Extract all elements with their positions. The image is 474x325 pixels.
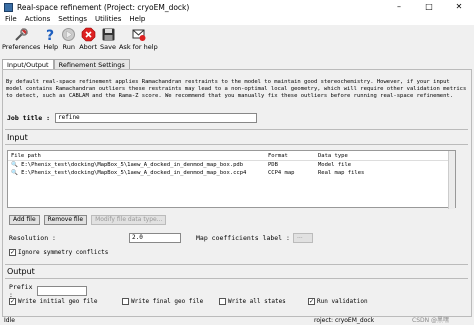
menu-bar: File Actions Settings Utilities Help [0, 14, 474, 25]
save-button[interactable]: Save [100, 25, 116, 51]
run-validation-label: Run validation [317, 298, 368, 305]
close-button[interactable]: ✕ [444, 0, 474, 14]
job-title-label: Job title : [7, 114, 51, 122]
status-text: Idle [4, 317, 15, 324]
output-heading: Output [7, 267, 35, 276]
run-validation-checkbox[interactable]: ✓ [308, 298, 315, 305]
column-data-type[interactable]: Data type [318, 153, 418, 160]
table-header: File path Format Data type [8, 151, 455, 161]
data-type-cell: Model file [318, 162, 352, 168]
column-format[interactable]: Format [268, 153, 318, 160]
job-title-row: Job title : refine [7, 113, 257, 123]
modify-file-data-type-button[interactable]: Modify file data type... [91, 215, 167, 225]
run-icon [61, 27, 76, 42]
divider [5, 129, 468, 130]
remove-file-button[interactable]: Remove file [43, 215, 88, 225]
file-path-cell: E:\Phenix_test\docking\MapBox_5\1aew_A_d… [21, 162, 244, 168]
file-icon: 🔍 [11, 170, 18, 176]
divider [5, 264, 468, 265]
prefix-label: Prefix : [9, 283, 33, 299]
ask-for-help-button[interactable]: Ask for help [119, 25, 158, 51]
preferences-icon [14, 27, 29, 42]
write-all-states-checkbox[interactable] [219, 298, 226, 305]
file-path-cell: E:\Phenix_test\docking\MapBox_5\1aew_A_d… [21, 170, 247, 176]
add-file-button[interactable]: Add file [9, 215, 40, 225]
menu-utilities[interactable]: Utilities [95, 14, 121, 25]
divider [5, 278, 468, 279]
table-row[interactable]: 🔍 E:\Phenix_test\docking\MapBox_5\1aew_A… [8, 161, 455, 169]
toolbar: Preferences ? Help Run Abort Save Ask fo… [0, 25, 474, 56]
minimize-button[interactable]: – [384, 0, 414, 14]
abort-icon [81, 27, 96, 42]
map-coefficients-label: Map coefficients label : [196, 234, 290, 242]
divider [5, 144, 468, 145]
status-project: roject: cryoEM_dock [314, 317, 375, 324]
job-title-field[interactable]: refine [55, 113, 257, 123]
resolution-field[interactable]: 2.0 [129, 233, 181, 243]
ignore-symmetry-label: Ignore symmetry conflicts [18, 249, 109, 256]
write-all-states-label: Write all states [228, 298, 286, 305]
menu-file[interactable]: File [5, 14, 17, 25]
file-buttons-row: Add file Remove file Modify file data ty… [9, 215, 167, 225]
status-bar: Idle roject: cryoEM_dock CSDN @黑嘿 [0, 317, 474, 325]
tab-input-output[interactable]: Input/Output [2, 59, 54, 69]
abort-button[interactable]: Abort [79, 25, 97, 51]
map-coefficients-select[interactable]: --- [293, 233, 313, 243]
menu-help[interactable]: Help [129, 14, 145, 25]
description-text: By default real-space refinement applies… [6, 79, 467, 99]
input-heading: Input [7, 133, 28, 142]
write-initial-geo-checkbox[interactable]: ✓ [9, 298, 16, 305]
write-final-geo-label: Write final geo file [131, 298, 204, 305]
ignore-symmetry-checkbox[interactable]: ✓ [9, 249, 16, 256]
column-file-path[interactable]: File path [8, 153, 268, 160]
title-bar: Real-space refinement (Project: cryoEM_d… [0, 0, 474, 14]
preferences-button[interactable]: Preferences [2, 25, 40, 51]
table-row[interactable]: 🔍 E:\Phenix_test\docking\MapBox_5\1aew_A… [8, 169, 455, 177]
tab-refinement-settings[interactable]: Refinement Settings [53, 59, 130, 69]
maximize-button[interactable]: □ [414, 0, 444, 14]
tab-bar: Input/Output Refinement Settings [2, 59, 130, 69]
vertical-scrollbar[interactable] [448, 151, 455, 209]
resolution-label: Resolution : [9, 234, 56, 242]
menu-actions[interactable]: Actions [25, 14, 51, 25]
format-cell: PDB [268, 162, 278, 168]
help-icon: ? [43, 27, 58, 42]
write-final-geo-checkbox[interactable] [122, 298, 129, 305]
window-title: Real-space refinement (Project: cryoEM_d… [17, 2, 190, 12]
ask-for-help-icon [131, 27, 146, 42]
file-icon: 🔍 [11, 162, 18, 168]
resolution-row: Resolution : 2.0 Map coefficients label … [9, 233, 313, 243]
ignore-symmetry-row[interactable]: ✓ Ignore symmetry conflicts [9, 249, 108, 256]
output-options-row: ✓ Write initial geo file Write final geo… [9, 298, 368, 305]
format-cell: CCP4 map [268, 170, 295, 176]
prefix-field[interactable] [37, 286, 87, 296]
watermark-text: CSDN @黑嘿 [412, 317, 450, 324]
svg-text:?: ? [46, 28, 54, 42]
input-file-table[interactable]: File path Format Data type 🔍 E:\Phenix_t… [7, 150, 456, 209]
menu-settings[interactable]: Settings [58, 14, 87, 25]
run-button[interactable]: Run [61, 25, 76, 51]
save-icon [101, 27, 116, 42]
help-button[interactable]: ? Help [43, 25, 58, 51]
write-initial-geo-label: Write initial geo file [18, 298, 98, 305]
data-type-cell: Real map files [318, 170, 365, 176]
prefix-row: Prefix : [9, 283, 87, 299]
app-icon [4, 2, 13, 12]
